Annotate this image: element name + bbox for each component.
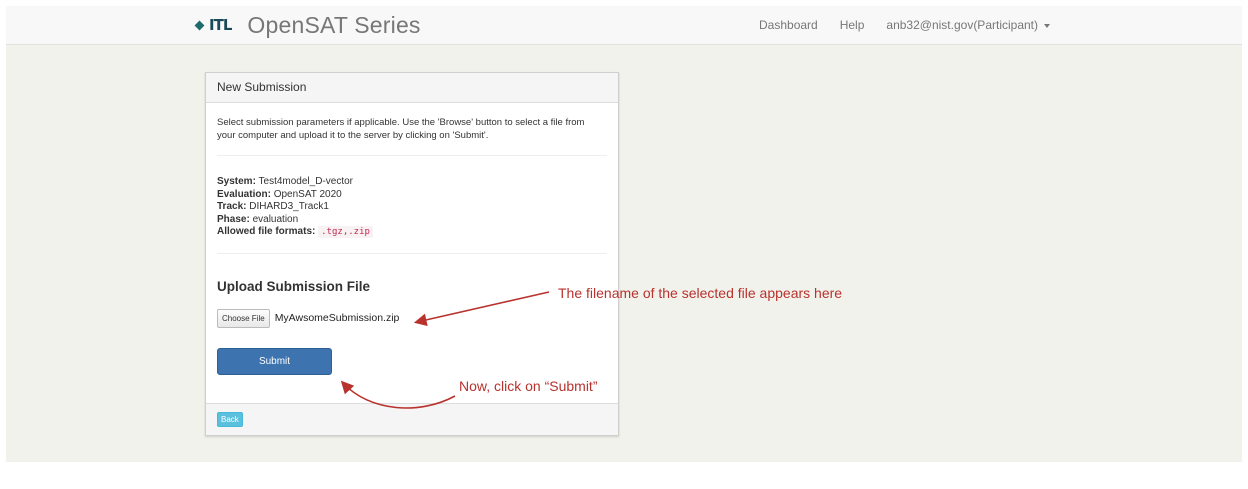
annotation-arrows [340, 291, 550, 409]
filename-arrow [413, 291, 550, 327]
submit-arrow [340, 380, 456, 409]
